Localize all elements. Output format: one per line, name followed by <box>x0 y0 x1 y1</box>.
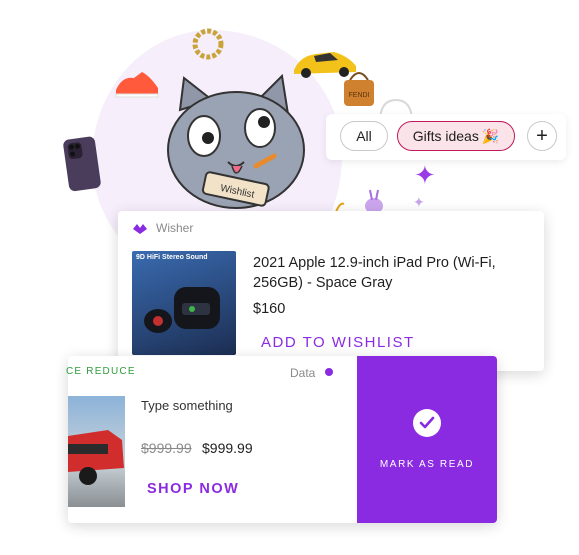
add-to-wishlist-button[interactable]: ADD TO WISHLIST <box>261 334 415 351</box>
check-circle-icon <box>413 409 441 437</box>
chip-all[interactable]: All <box>340 121 388 151</box>
deal-description: Type something <box>141 398 233 413</box>
add-chip-button[interactable]: + <box>527 121 557 151</box>
earbuds-product-image: 9D HiFi Stereo Sound <box>132 251 236 355</box>
chip-gifts-label: Gifts ideas <box>412 128 479 144</box>
wisher-logo-icon <box>133 224 147 234</box>
wisher-card: Wisher 9D HiFi Stereo Sound 2021 Apple 1… <box>118 211 544 371</box>
truck-product-image <box>68 396 125 507</box>
plus-icon: + <box>536 124 548 147</box>
old-price: $999.99 <box>141 440 192 456</box>
filter-chip-bar: All Gifts ideas 🎉 + <box>326 114 566 160</box>
chip-gifts-ideas[interactable]: Gifts ideas 🎉 <box>397 121 515 151</box>
sparkle-icon: ✦ <box>414 160 436 190</box>
svg-text:FENDI: FENDI <box>349 92 370 99</box>
deal-source-label: Data <box>290 366 316 380</box>
mark-as-read-label: MARK AS READ <box>379 459 475 470</box>
wisher-source-label: Wisher <box>156 221 194 235</box>
chip-all-label: All <box>356 128 372 144</box>
cat-mascot-illustration: Wishlist <box>167 73 305 209</box>
mark-as-read-button[interactable]: MARK AS READ <box>357 356 497 523</box>
product-price: $160 <box>253 301 286 317</box>
handbag-icon: FENDI <box>344 72 374 106</box>
potion-icon <box>365 189 383 214</box>
sparkle-small-icon: ✦ <box>413 194 425 210</box>
bracelet-icon <box>192 28 224 60</box>
smartphone-icon <box>63 136 101 192</box>
unread-dot <box>325 368 333 376</box>
new-price: $999.99 <box>202 440 253 456</box>
shop-now-button[interactable]: SHOP NOW <box>147 481 239 497</box>
product-title[interactable]: 2021 Apple 12.9-inch iPad Pro (Wi-Fi, 25… <box>253 253 523 293</box>
thumb-caption: 9D HiFi Stereo Sound <box>136 254 208 261</box>
price-reduce-label: CE REDUCE <box>66 366 136 377</box>
party-popper-icon: 🎉 <box>481 127 500 144</box>
